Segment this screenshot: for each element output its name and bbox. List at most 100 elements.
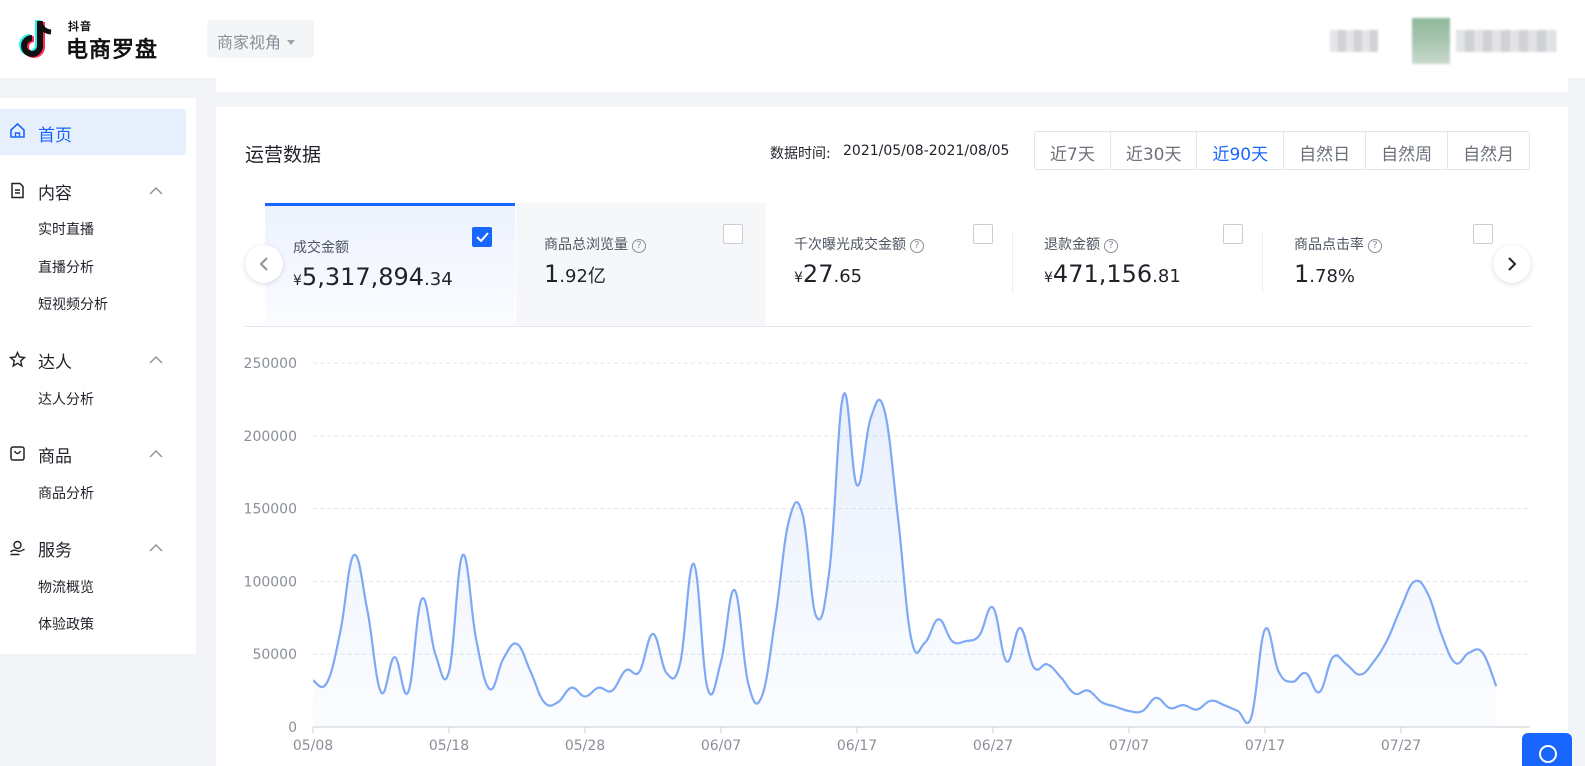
customer-service-button[interactable] [1522, 733, 1572, 766]
data-point[interactable] [1344, 661, 1350, 667]
data-point[interactable] [936, 616, 942, 622]
data-point[interactable] [1452, 660, 1458, 666]
data-point[interactable] [1017, 625, 1023, 631]
data-point[interactable] [840, 392, 846, 398]
data-point[interactable] [1303, 670, 1309, 676]
data-point[interactable] [868, 415, 874, 421]
data-point[interactable] [392, 654, 398, 660]
x-tick-label: 07/27 [1381, 738, 1421, 754]
data-point[interactable] [1208, 698, 1214, 704]
data-point[interactable] [745, 680, 751, 686]
data-point[interactable] [1167, 705, 1173, 711]
data-point[interactable] [976, 632, 982, 638]
data-point[interactable] [446, 669, 452, 675]
carousel-next-button[interactable] [1493, 245, 1531, 283]
data-point[interactable] [1412, 578, 1418, 584]
data-point[interactable] [963, 638, 969, 644]
data-point[interactable] [337, 629, 343, 635]
data-point[interactable] [1194, 707, 1200, 713]
chevron-right-icon [1508, 257, 1517, 271]
data-point[interactable] [908, 637, 914, 643]
data-point[interactable] [1316, 689, 1322, 695]
data-point[interactable] [732, 587, 738, 593]
data-point[interactable] [351, 552, 357, 558]
data-point[interactable] [378, 689, 384, 695]
data-point[interactable] [1180, 702, 1186, 708]
data-point[interactable] [827, 564, 833, 570]
data-point[interactable] [500, 656, 506, 662]
data-point[interactable] [1357, 672, 1363, 678]
data-point[interactable] [1099, 699, 1105, 705]
data-point[interactable] [419, 596, 425, 602]
data-point[interactable] [1126, 708, 1132, 714]
x-tick-label: 05/28 [565, 738, 605, 754]
data-point[interactable] [1262, 626, 1268, 632]
x-tick-label: 07/17 [1245, 738, 1285, 754]
data-point[interactable] [786, 517, 792, 523]
data-point[interactable] [555, 699, 561, 705]
data-point[interactable] [1112, 704, 1118, 710]
data-point[interactable] [432, 651, 438, 657]
data-point[interactable] [677, 660, 683, 666]
data-point[interactable] [1044, 661, 1050, 667]
chat-icon [1539, 745, 1557, 763]
data-point[interactable] [1276, 669, 1282, 675]
data-point[interactable] [582, 693, 588, 699]
data-point[interactable] [704, 685, 710, 691]
data-point[interactable] [1004, 658, 1010, 664]
data-point[interactable] [636, 669, 642, 675]
data-point[interactable] [854, 482, 860, 488]
data-point[interactable] [650, 631, 656, 637]
data-point[interactable] [609, 688, 615, 694]
data-point[interactable] [1289, 679, 1295, 685]
data-point[interactable] [460, 552, 466, 558]
data-point[interactable] [1398, 605, 1404, 611]
data-point[interactable] [1439, 632, 1445, 638]
data-point[interactable] [772, 615, 778, 621]
data-point[interactable] [1330, 654, 1336, 660]
data-point[interactable] [324, 680, 330, 686]
data-point[interactable] [541, 699, 547, 705]
data-point[interactable] [1085, 688, 1091, 694]
data-point[interactable] [1466, 650, 1472, 656]
data-point[interactable] [1031, 664, 1037, 670]
data-point[interactable] [1140, 708, 1146, 714]
data-point[interactable] [528, 669, 534, 675]
carousel-prev-button[interactable] [245, 245, 283, 283]
data-point[interactable] [759, 693, 765, 699]
data-point[interactable] [813, 613, 819, 619]
data-point[interactable] [405, 689, 411, 695]
data-point[interactable] [364, 608, 370, 614]
data-point[interactable] [310, 677, 316, 683]
y-tick-label: 250000 [244, 356, 297, 372]
data-point[interactable] [718, 658, 724, 664]
x-tick-label: 05/18 [429, 738, 469, 754]
data-point[interactable] [1248, 714, 1254, 720]
data-point[interactable] [800, 511, 806, 517]
data-point[interactable] [949, 638, 955, 644]
data-point[interactable] [1493, 683, 1499, 689]
data-point[interactable] [1058, 674, 1064, 680]
data-point[interactable] [1371, 658, 1377, 664]
data-point[interactable] [881, 407, 887, 413]
data-point[interactable] [691, 561, 697, 567]
data-point[interactable] [568, 685, 574, 691]
data-point[interactable] [1425, 592, 1431, 598]
data-point[interactable] [1384, 637, 1390, 643]
y-tick-label: 100000 [244, 574, 297, 590]
data-point[interactable] [487, 686, 493, 692]
data-point[interactable] [895, 513, 901, 519]
data-point[interactable] [1153, 695, 1159, 701]
gmv-trend-chart[interactable]: 0 50000 100000 150000 200000 250000 05/08 05/1… [0, 0, 1585, 766]
data-point[interactable] [1072, 691, 1078, 697]
data-point[interactable] [1235, 708, 1241, 714]
data-point[interactable] [1480, 650, 1486, 656]
data-point[interactable] [1221, 702, 1227, 708]
data-point[interactable] [623, 667, 629, 673]
data-point[interactable] [596, 685, 602, 691]
data-point[interactable] [990, 605, 996, 611]
data-point[interactable] [664, 670, 670, 676]
data-point[interactable] [514, 641, 520, 647]
data-point[interactable] [922, 640, 928, 646]
data-point[interactable] [473, 637, 479, 643]
